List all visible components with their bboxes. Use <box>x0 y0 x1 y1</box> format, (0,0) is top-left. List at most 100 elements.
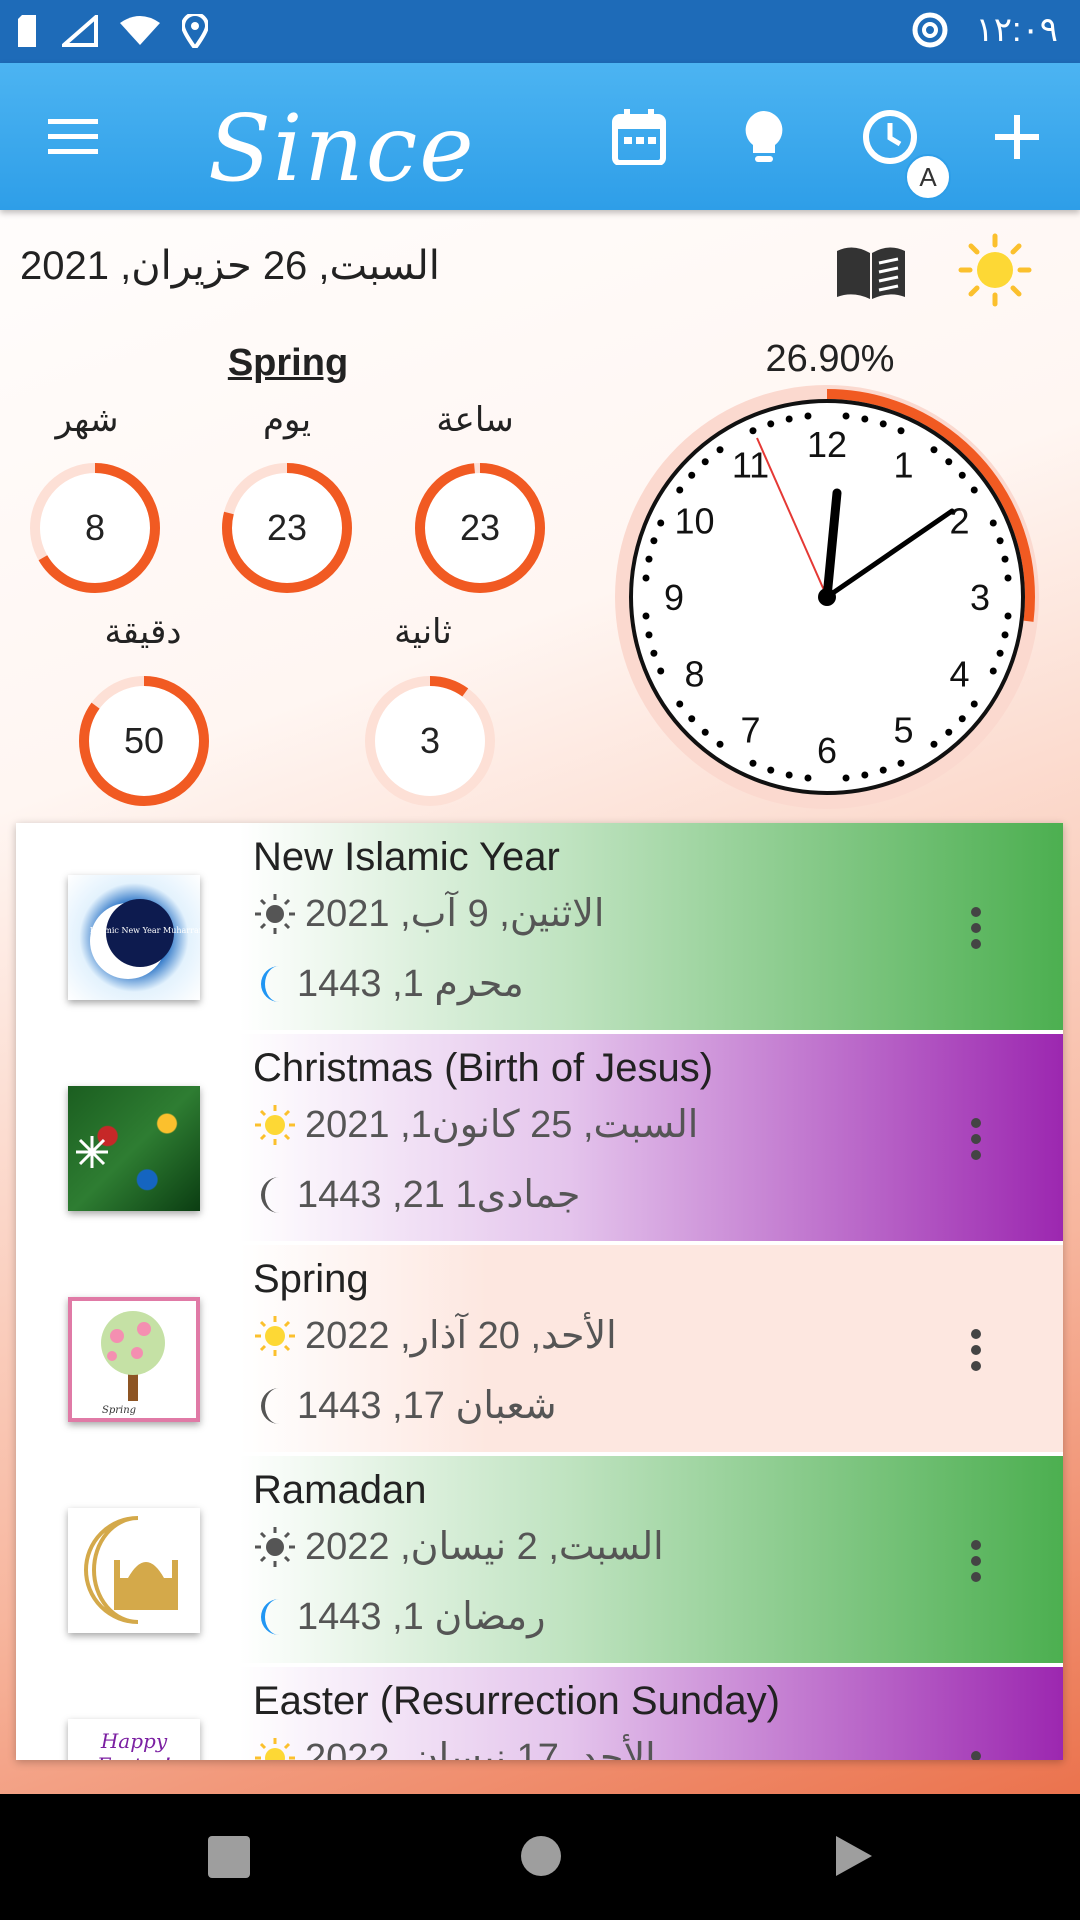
counter-value-hour: 23 <box>459 507 501 548</box>
counter-label-minute: دقيقة <box>104 613 182 651</box>
home-button[interactable] <box>519 1834 563 1878</box>
counter-label-day: يوم <box>262 401 312 439</box>
event-solar-date: السبت, 2 نيسان, 2022 <box>253 1524 664 1569</box>
event-thumbnail: Happy Easter! <box>68 1719 200 1760</box>
spring-tree-image: Spring <box>101 1311 165 1416</box>
event-item[interactable]: Spring Spring الأحد, 20 آذار, 2022 شعبان… <box>16 1245 1063 1452</box>
analog-clock: 1234567891011 12 <box>615 385 1039 809</box>
sun-icon[interactable] <box>958 233 1032 307</box>
easter-image-text: Happy Easter! <box>97 1729 171 1760</box>
auto-badge: A <box>905 154 951 200</box>
clock-number: 7 <box>740 710 760 751</box>
more-vert-icon <box>971 907 981 949</box>
more-options-button[interactable] <box>951 1747 1001 1760</box>
svg-text:Spring: Spring <box>102 1405 136 1416</box>
more-vert-icon <box>971 1329 981 1371</box>
more-options-button[interactable] <box>951 1114 1001 1164</box>
event-item[interactable]: Christmas (Birth of Jesus) السبت, 25 كان… <box>16 1034 1063 1241</box>
clock-number: 1 <box>893 444 913 485</box>
more-options-button[interactable] <box>951 1536 1001 1586</box>
progress-percent: 26.90% <box>765 338 895 380</box>
calendar-button[interactable] <box>603 101 675 173</box>
svg-text:Islamic New Year Muharram: Islamic New Year Muharram <box>90 926 200 935</box>
counter-label-month: شهر <box>55 401 119 439</box>
more-options-button[interactable] <box>951 1325 1001 1375</box>
recents-button[interactable] <box>208 1836 250 1878</box>
signal-icon <box>62 15 98 47</box>
sd-card-icon <box>18 15 36 47</box>
event-lunar-text: شعبان 17, 1443 <box>297 1385 557 1427</box>
counter-value-month: 8 <box>84 507 106 548</box>
sun-gray-icon <box>255 893 295 934</box>
sun-gray-icon <box>255 1526 295 1567</box>
wifi-icon <box>120 16 160 45</box>
tips-button[interactable] <box>728 101 800 173</box>
event-lunar-date: رمضان 1, 1443 <box>253 1594 546 1639</box>
clock-number: 3 <box>970 577 990 618</box>
counter-value-minute: 50 <box>123 720 165 761</box>
counter-label-hour: ساعة <box>436 401 514 439</box>
event-item[interactable]: Happy Easter! Easter (Resurrection Sunda… <box>16 1667 1063 1760</box>
clock-number: 6 <box>817 730 837 771</box>
event-title: Easter (Resurrection Sunday) <box>253 1679 780 1723</box>
more-vert-icon <box>971 1540 981 1582</box>
sun-yellow-icon <box>255 1737 295 1760</box>
event-solar-date: الاثنين, 9 آب, 2021 <box>253 891 604 936</box>
sun-yellow-icon <box>255 1104 295 1145</box>
app-logo: Since <box>208 95 476 202</box>
event-thumbnail: Spring <box>68 1297 200 1422</box>
counter-value-day: 23 <box>266 507 308 548</box>
clock-number: 10 <box>674 501 714 542</box>
sync-icon <box>912 12 947 48</box>
event-solar-text: الاثنين, 9 آب, 2021 <box>305 893 605 935</box>
event-thumbnail: Islamic New Year Muharram <box>68 875 200 1000</box>
more-vert-icon <box>971 1751 981 1760</box>
event-lunar-text: جمادى1 21, 1443 <box>297 1174 581 1216</box>
add-button[interactable] <box>981 101 1053 173</box>
clock-number: 12 <box>807 424 847 465</box>
event-solar-date: الأحد, 17 نيسان, 2022 <box>253 1735 656 1760</box>
more-vert-icon <box>971 1118 981 1160</box>
events-list[interactable]: Islamic New Year Muharram New Islamic Ye… <box>16 823 1063 1760</box>
event-lunar-date: محرم 1, 1443 <box>253 961 524 1006</box>
event-title: Christmas (Birth of Jesus) <box>253 1046 714 1090</box>
menu-button[interactable] <box>37 101 109 173</box>
event-solar-text: السبت, 25 كانون1, 2021 <box>305 1104 699 1146</box>
event-title: New Islamic Year <box>253 835 560 879</box>
moon-blue-icon <box>261 1598 279 1635</box>
back-button[interactable] <box>832 1834 876 1878</box>
event-item[interactable]: Ramadan السبت, 2 نيسان, 2022 رمضان 1, 14… <box>16 1456 1063 1663</box>
status-bar: ١٢:٠٩ <box>0 0 1080 63</box>
hamburger-icon <box>48 119 98 154</box>
more-options-button[interactable] <box>951 903 1001 953</box>
event-thumbnail <box>68 1508 200 1633</box>
status-time: ١٢:٠٩ <box>975 11 1059 49</box>
snowflake-image <box>76 1136 108 1168</box>
navigation-bar <box>0 1794 1080 1920</box>
moon-gray-icon <box>261 1176 279 1213</box>
event-solar-date: السبت, 25 كانون1, 2021 <box>253 1102 698 1147</box>
event-lunar-text: رمضان 1, 1443 <box>297 1596 546 1638</box>
event-lunar-text: محرم 1, 1443 <box>297 963 524 1005</box>
book-icon[interactable] <box>835 245 907 301</box>
clock-number: 4 <box>949 654 969 695</box>
crescent-moon-image: Islamic New Year Muharram <box>90 899 200 979</box>
moon-gray-icon <box>261 1387 279 1424</box>
event-title: Ramadan <box>253 1468 427 1512</box>
clock-number: 9 <box>664 577 684 618</box>
event-solar-text: الأحد, 17 نيسان, 2022 <box>305 1737 656 1760</box>
clock-number: 8 <box>684 654 704 695</box>
event-solar-text: الأحد, 20 آذار, 2022 <box>305 1315 617 1357</box>
clock-number: 5 <box>893 710 913 751</box>
event-lunar-date: جمادى1 21, 1443 <box>253 1172 580 1217</box>
event-lunar-date: شعبان 17, 1443 <box>253 1383 557 1428</box>
season-title: Spring <box>227 342 349 384</box>
clock-icon <box>863 110 917 164</box>
current-date: السبت, 26 حزيران, 2021 <box>20 244 440 288</box>
event-thumbnail <box>68 1086 200 1211</box>
plus-icon <box>995 115 1039 159</box>
calendar-icon <box>612 109 666 165</box>
sun-yellow-icon <box>255 1315 295 1356</box>
event-item[interactable]: Islamic New Year Muharram New Islamic Ye… <box>16 823 1063 1030</box>
counter-value-second: 3 <box>419 720 441 761</box>
